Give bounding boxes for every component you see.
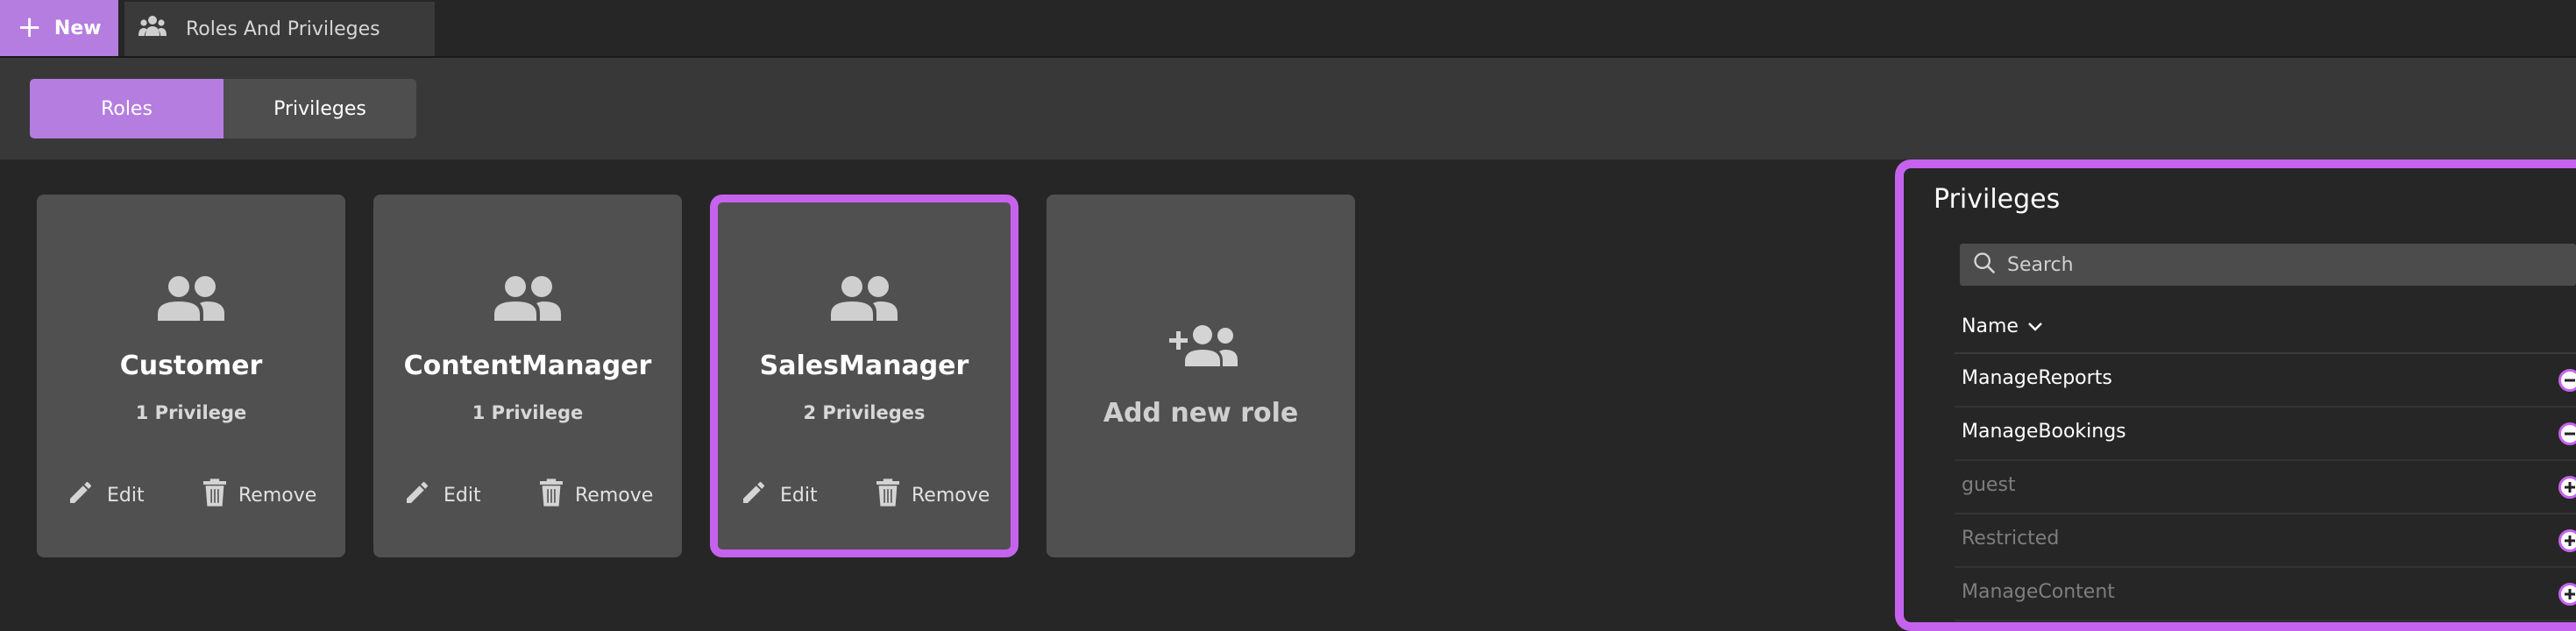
- edit-role-button[interactable]: Edit: [67, 479, 145, 512]
- search-icon: [1972, 251, 1997, 279]
- edit-role-button[interactable]: Edit: [740, 479, 818, 512]
- edit-role-button[interactable]: Edit: [403, 479, 481, 512]
- tab-bar: + New Roles And Privileges: [0, 0, 2576, 58]
- privilege-row: ManageReports: [1955, 354, 2576, 408]
- privileges-panel: Privileges Name ManageReports ManageBook…: [1895, 160, 2576, 631]
- role-card-salesmanager[interactable]: SalesManager 2 Privileges Edit Remove: [710, 195, 1018, 557]
- search-input[interactable]: [2007, 253, 2533, 276]
- privilege-row: ManageBookings: [1955, 408, 2576, 461]
- privilege-row: guest: [1955, 461, 2576, 514]
- group-icon: [373, 275, 682, 321]
- plus-icon: [2565, 482, 2575, 493]
- role-card-customer[interactable]: Customer 1 Privilege Edit Remove: [37, 195, 345, 557]
- remove-role-button[interactable]: Remove: [876, 479, 990, 512]
- privilege-name: ManageContent: [1962, 581, 2115, 603]
- role-name: ContentManager: [403, 351, 652, 381]
- roles-toggle[interactable]: Roles: [30, 79, 224, 138]
- privilege-row: ManageContent: [1955, 568, 2576, 621]
- role-name: Customer: [119, 351, 263, 381]
- add-privilege-button[interactable]: [2558, 583, 2576, 606]
- remove-label: Remove: [238, 484, 317, 507]
- new-button[interactable]: + New: [0, 0, 118, 56]
- chevron-down-icon: [2027, 316, 2043, 337]
- add-privilege-button[interactable]: [2558, 476, 2576, 499]
- new-button-label: New: [53, 17, 102, 39]
- privilege-row: Restricted: [1955, 514, 2576, 568]
- remove-label: Remove: [912, 484, 990, 507]
- view-switch: Roles Privileges: [30, 79, 416, 138]
- pencil-icon: [740, 479, 768, 512]
- pencil-icon: [67, 479, 95, 512]
- add-group-icon: [1047, 324, 1355, 366]
- minus-icon: [2565, 379, 2575, 382]
- group-icon: [37, 275, 345, 321]
- plus-icon: +: [17, 9, 42, 45]
- minus-icon: [2565, 432, 2575, 436]
- remove-privilege-button[interactable]: [2558, 369, 2576, 392]
- group-icon: [138, 15, 167, 43]
- name-column-label: Name: [1962, 316, 2019, 337]
- edit-label: Edit: [780, 484, 818, 507]
- role-name: SalesManager: [759, 351, 969, 381]
- pencil-icon: [403, 479, 431, 512]
- add-role-card[interactable]: Add new role: [1047, 195, 1355, 557]
- privilege-name: Restricted: [1962, 528, 2060, 549]
- remove-role-button[interactable]: Remove: [203, 479, 316, 512]
- remove-label: Remove: [575, 484, 654, 507]
- trash-icon: [876, 479, 899, 512]
- tab-title: Roles And Privileges: [186, 18, 380, 40]
- edit-label: Edit: [444, 484, 481, 507]
- privilege-name: guest: [1962, 474, 2016, 496]
- role-privilege-count: 1 Privilege: [472, 402, 584, 423]
- remove-role-button[interactable]: Remove: [540, 479, 653, 512]
- add-privilege-button[interactable]: [2558, 529, 2576, 552]
- tab-roles-and-privileges[interactable]: Roles And Privileges: [124, 2, 435, 56]
- toolbar: Roles Privileges: [0, 58, 2576, 160]
- privilege-name: ManageBookings: [1962, 421, 2126, 443]
- trash-icon: [203, 479, 226, 512]
- edit-label: Edit: [107, 484, 145, 507]
- group-icon: [718, 275, 1011, 321]
- privileges-panel-title: Privileges: [1934, 184, 2061, 215]
- add-role-label: Add new role: [1103, 398, 1299, 429]
- trash-icon: [540, 479, 563, 512]
- privileges-list: ManageReports ManageBookings guest Restr…: [1955, 354, 2576, 621]
- name-column-header[interactable]: Name: [1962, 316, 2043, 337]
- privileges-toggle[interactable]: Privileges: [224, 79, 416, 138]
- role-privilege-count: 2 Privileges: [803, 402, 926, 423]
- search-box[interactable]: [1960, 244, 2576, 286]
- role-privilege-count: 1 Privilege: [135, 402, 247, 423]
- plus-icon: [2565, 589, 2575, 599]
- role-card-contentmanager[interactable]: ContentManager 1 Privilege Edit Remove: [373, 195, 682, 557]
- privilege-name: ManageReports: [1962, 367, 2112, 389]
- plus-icon: [2565, 535, 2575, 546]
- remove-privilege-button[interactable]: [2558, 422, 2576, 445]
